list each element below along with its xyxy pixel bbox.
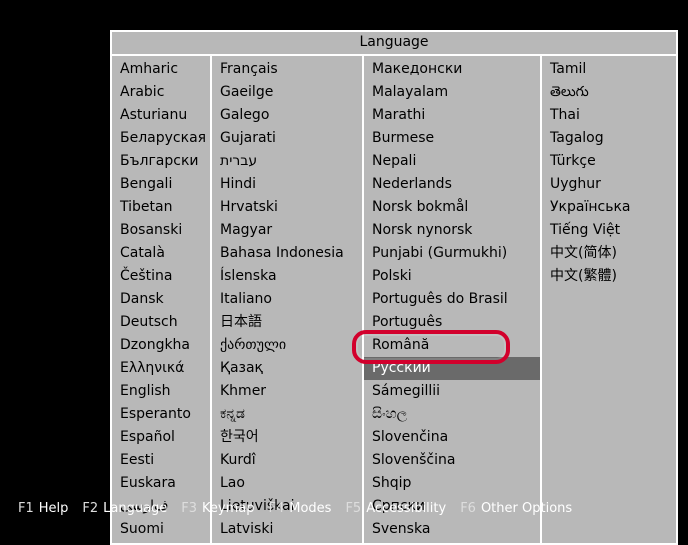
panel-title: Language — [112, 32, 676, 56]
language-item[interactable]: සිංහල — [364, 403, 540, 426]
language-item[interactable]: Norsk bokmål — [364, 196, 540, 219]
language-item[interactable]: Marathi — [364, 104, 540, 127]
language-item[interactable]: Khmer — [212, 380, 362, 403]
language-item[interactable]: 한국어 — [212, 426, 362, 449]
language-item[interactable]: Hindi — [212, 173, 362, 196]
language-item[interactable]: Kurdî — [212, 449, 362, 472]
language-item[interactable]: Hrvatski — [212, 196, 362, 219]
fn-label: Language — [103, 501, 167, 516]
language-item[interactable]: Беларуская — [112, 127, 210, 150]
language-item[interactable]: Thai — [542, 104, 670, 127]
language-item[interactable]: Norsk nynorsk — [364, 219, 540, 242]
language-item[interactable]: Čeština — [112, 265, 210, 288]
language-item[interactable]: Gaeilge — [212, 81, 362, 104]
language-item[interactable]: 中文(简体) — [542, 242, 670, 265]
language-item[interactable]: ಕನ್ನಡ — [212, 403, 362, 426]
language-columns: AmharicArabicAsturianuБеларускаяБългарск… — [112, 56, 676, 543]
language-item[interactable]: Català — [112, 242, 210, 265]
language-item[interactable]: Magyar — [212, 219, 362, 242]
fn-key: F3 — [181, 501, 197, 516]
language-item[interactable]: Amharic — [112, 58, 210, 81]
language-item[interactable]: Esperanto — [112, 403, 210, 426]
language-item[interactable]: Gujarati — [212, 127, 362, 150]
language-item[interactable]: Eesti — [112, 449, 210, 472]
fn-f4[interactable]: F4 Modes — [269, 501, 332, 516]
language-item[interactable]: Nederlands — [364, 173, 540, 196]
language-item[interactable]: Português do Brasil — [364, 288, 540, 311]
fn-label: Help — [39, 501, 69, 516]
language-item[interactable]: Tamil — [542, 58, 670, 81]
language-item[interactable]: Tagalog — [542, 127, 670, 150]
fn-label: Accessibility — [366, 501, 446, 516]
language-item[interactable]: Español — [112, 426, 210, 449]
fn-label: Modes — [289, 501, 331, 516]
language-item[interactable]: Polski — [364, 265, 540, 288]
language-item[interactable]: Bahasa Indonesia — [212, 242, 362, 265]
language-item[interactable]: Slovenščina — [364, 449, 540, 472]
language-item[interactable]: Ελληνικά — [112, 357, 210, 380]
fn-f1[interactable]: F1 Help — [18, 501, 68, 516]
language-item[interactable]: Türkçe — [542, 150, 670, 173]
language-item[interactable]: Bengali — [112, 173, 210, 196]
language-item[interactable]: Deutsch — [112, 311, 210, 334]
language-item[interactable]: Українська — [542, 196, 670, 219]
language-item[interactable]: ქართული — [212, 334, 362, 357]
language-item[interactable]: Galego — [212, 104, 362, 127]
language-item[interactable]: Suomi — [112, 518, 210, 541]
language-item[interactable]: Português — [364, 311, 540, 334]
language-col-1: AmharicArabicAsturianuБеларускаяБългарск… — [112, 56, 210, 543]
language-item[interactable]: Български — [112, 150, 210, 173]
language-col-3: МакедонскиMalayalamMarathiBurmeseNepaliN… — [362, 56, 540, 543]
fn-key: F4 — [269, 501, 285, 516]
language-item[interactable]: Română — [364, 334, 540, 357]
language-item[interactable]: Burmese — [364, 127, 540, 150]
language-item[interactable]: Latviski — [212, 518, 362, 541]
language-item[interactable]: Malayalam — [364, 81, 540, 104]
fn-key: F5 — [345, 501, 361, 516]
language-item[interactable]: Euskara — [112, 472, 210, 495]
language-item[interactable]: Italiano — [212, 288, 362, 311]
language-item[interactable]: 中文(繁體) — [542, 265, 670, 288]
language-item[interactable]: Slovenčina — [364, 426, 540, 449]
language-item[interactable]: עברית — [212, 150, 362, 173]
language-item[interactable]: Shqip — [364, 472, 540, 495]
language-item[interactable]: Arabic — [112, 81, 210, 104]
fn-key: F1 — [18, 501, 34, 516]
language-item[interactable]: Íslenska — [212, 265, 362, 288]
fn-label: Keymap — [202, 501, 254, 516]
language-item[interactable]: Қазақ — [212, 357, 362, 380]
fn-f2[interactable]: F2 Language — [82, 501, 167, 516]
language-item[interactable]: Tiếng Việt — [542, 219, 670, 242]
language-item[interactable]: Lao — [212, 472, 362, 495]
language-item[interactable]: Français — [212, 58, 362, 81]
language-item[interactable]: Sámegillii — [364, 380, 540, 403]
function-key-bar: F1 Help F2 Language F3 Keymap F4 Modes F5 Accessi… — [18, 501, 678, 516]
language-item[interactable]: Punjabi (Gurmukhi) — [364, 242, 540, 265]
language-panel: Language AmharicArabicAsturianuБеларуска… — [110, 30, 678, 545]
language-item[interactable]: Svenska — [364, 518, 540, 541]
language-item[interactable]: Bosanski — [112, 219, 210, 242]
language-item[interactable]: Nepali — [364, 150, 540, 173]
fn-label: Other Options — [481, 501, 572, 516]
fn-f5[interactable]: F5 Accessibility — [345, 501, 446, 516]
language-item[interactable]: Uyghur — [542, 173, 670, 196]
language-item[interactable]: Dansk — [112, 288, 210, 311]
language-col-4: TamilతెలుగుThaiTagalogTürkçeUyghurУкраїн… — [540, 56, 670, 543]
fn-key: F2 — [82, 501, 98, 516]
language-col-2: FrançaisGaeilgeGalegoGujaratiעבריתHindiH… — [210, 56, 362, 543]
language-item[interactable]: Македонски — [364, 58, 540, 81]
language-item[interactable]: English — [112, 380, 210, 403]
language-item[interactable]: 日本語 — [212, 311, 362, 334]
language-item[interactable]: Tibetan — [112, 196, 210, 219]
fn-key: F6 — [460, 501, 476, 516]
language-item[interactable]: Dzongkha — [112, 334, 210, 357]
language-item[interactable]: తెలుగు — [542, 81, 670, 104]
fn-f3[interactable]: F3 Keymap — [181, 501, 254, 516]
language-item[interactable]: Русский — [364, 357, 540, 380]
language-item[interactable]: Asturianu — [112, 104, 210, 127]
fn-f6[interactable]: F6 Other Options — [460, 501, 572, 516]
